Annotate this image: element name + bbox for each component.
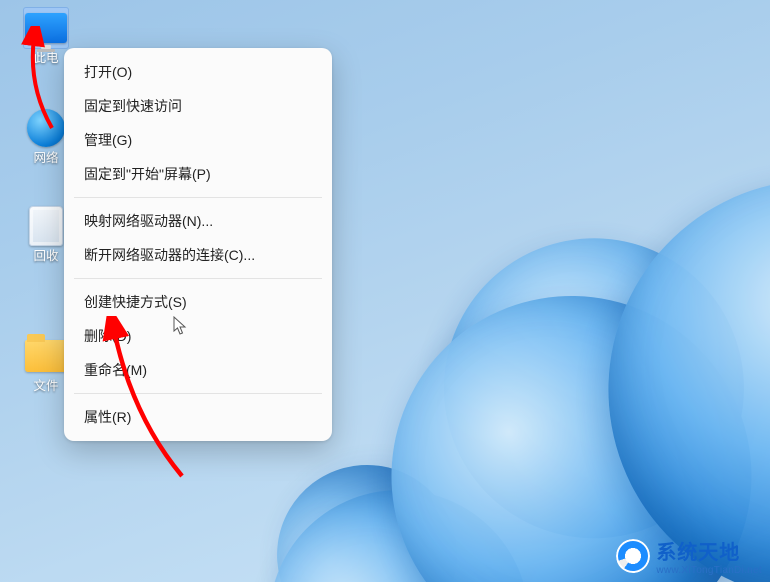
brand-logo-icon [616, 539, 650, 573]
desktop: 此电 网络 回收 文件 打开(O) 固定到快速访问 管理(G) 固定到"开始"屏… [0, 0, 770, 582]
ctx-map-network-drive[interactable]: 映射网络驱动器(N)... [64, 204, 332, 238]
watermark: 系统天地 www.XiTongTianDi.net [616, 536, 762, 576]
folder-icon [25, 340, 67, 372]
ctx-open[interactable]: 打开(O) [64, 55, 332, 89]
globe-icon [27, 109, 65, 147]
brand-title: 系统天地 [656, 536, 762, 565]
ctx-create-shortcut[interactable]: 创建快捷方式(S) [64, 285, 332, 319]
recycle-bin-icon [29, 206, 63, 246]
ctx-separator [74, 197, 322, 198]
wallpaper-bloom [290, 102, 770, 582]
ctx-pin-start[interactable]: 固定到"开始"屏幕(P) [64, 157, 332, 191]
brand-url: www.XiTongTianDi.net [656, 565, 762, 576]
monitor-icon [25, 13, 67, 43]
ctx-separator [74, 278, 322, 279]
ctx-disconnect-network[interactable]: 断开网络驱动器的连接(C)... [64, 238, 332, 272]
ctx-properties[interactable]: 属性(R) [64, 400, 332, 434]
ctx-rename[interactable]: 重命名(M) [64, 353, 332, 387]
ctx-separator [74, 393, 322, 394]
ctx-delete[interactable]: 删除(D) [64, 319, 332, 353]
ctx-pin-quickaccess[interactable]: 固定到快速访问 [64, 89, 332, 123]
ctx-manage[interactable]: 管理(G) [64, 123, 332, 157]
context-menu: 打开(O) 固定到快速访问 管理(G) 固定到"开始"屏幕(P) 映射网络驱动器… [64, 48, 332, 441]
